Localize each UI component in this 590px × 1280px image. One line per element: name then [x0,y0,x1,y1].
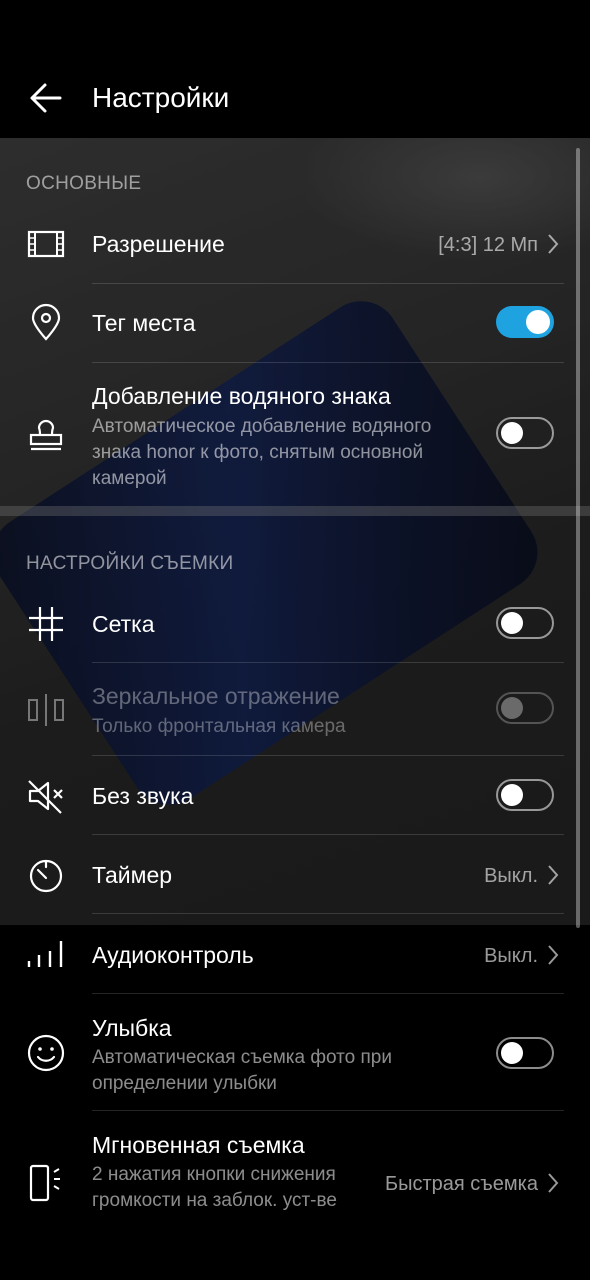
mirror-toggle [496,692,554,724]
setting-timer[interactable]: Таймер Выкл. [0,835,590,913]
setting-label: Сетка [92,611,155,637]
speaker-muted-icon [26,776,66,816]
setting-label: Тег места [92,310,196,336]
smile-icon [26,1033,66,1073]
chevron-right-icon [546,864,560,886]
grid-toggle[interactable] [496,607,554,639]
setting-ultra-snapshot[interactable]: Мгновенная съемка 2 нажатия кнопки сниже… [0,1111,590,1251]
setting-location-tag[interactable]: Тег места [0,284,590,362]
setting-grid[interactable]: Сетка [0,584,590,662]
setting-value: Быстрая съемка [385,1173,538,1195]
audio-bars-icon [26,935,66,975]
setting-label: Улыбка [92,1015,172,1041]
setting-mirror[interactable]: Зеркальное отражение Только фронтальная … [0,663,590,755]
watermark-toggle[interactable] [496,417,554,449]
location-tag-toggle[interactable] [496,306,554,338]
arrow-left-icon[interactable] [28,80,64,116]
setting-label: Мгновенная съемка [92,1132,305,1158]
timer-icon [26,855,66,895]
location-pin-icon [26,303,66,343]
setting-mute[interactable]: Без звука [0,756,590,834]
section-header-shooting: НАСТРОЙКИ СЪЕМКИ [26,553,234,574]
phone-volume-icon [26,1163,66,1203]
setting-label: Зеркальное отражение [92,683,340,709]
mirror-icon [26,690,66,730]
setting-description: 2 нажатия кнопки снижения громкости на з… [92,1164,337,1211]
setting-label: Разрешение [92,231,225,257]
chevron-right-icon [546,233,560,255]
setting-description: Только фронтальная камера [92,716,346,737]
setting-resolution[interactable]: Разрешение [4:3] 12 Мп [0,205,590,283]
setting-description: Автоматическая съемка фото при определен… [92,1047,392,1094]
grid-icon [26,604,66,644]
mute-toggle[interactable] [496,779,554,811]
stamp-icon [26,415,66,455]
header-bar: Настройки [0,0,590,138]
setting-description: Автоматическое добавление водяного знака… [92,416,432,489]
chevron-right-icon [546,1172,560,1194]
page-title: Настройки [92,82,230,113]
setting-value: [4:3] 12 Мп [438,234,538,256]
setting-value: Выкл. [484,865,538,887]
film-frame-icon [26,224,66,264]
setting-watermark[interactable]: Добавление водяного знака Автоматическое… [0,363,590,505]
divider [92,913,564,914]
section-header-basic: ОСНОВНЫЕ [26,173,142,194]
setting-label: Добавление водяного знака [92,383,391,409]
chevron-right-icon [546,944,560,966]
setting-value: Выкл. [484,945,538,967]
setting-label: Аудиоконтроль [92,942,254,968]
setting-label: Без звука [92,783,194,809]
setting-smile[interactable]: Улыбка Автоматическая съемка фото при оп… [0,994,590,1110]
setting-label: Таймер [92,862,173,888]
smile-toggle[interactable] [496,1037,554,1069]
setting-audio-control[interactable]: Аудиоконтроль Выкл. [0,915,590,993]
